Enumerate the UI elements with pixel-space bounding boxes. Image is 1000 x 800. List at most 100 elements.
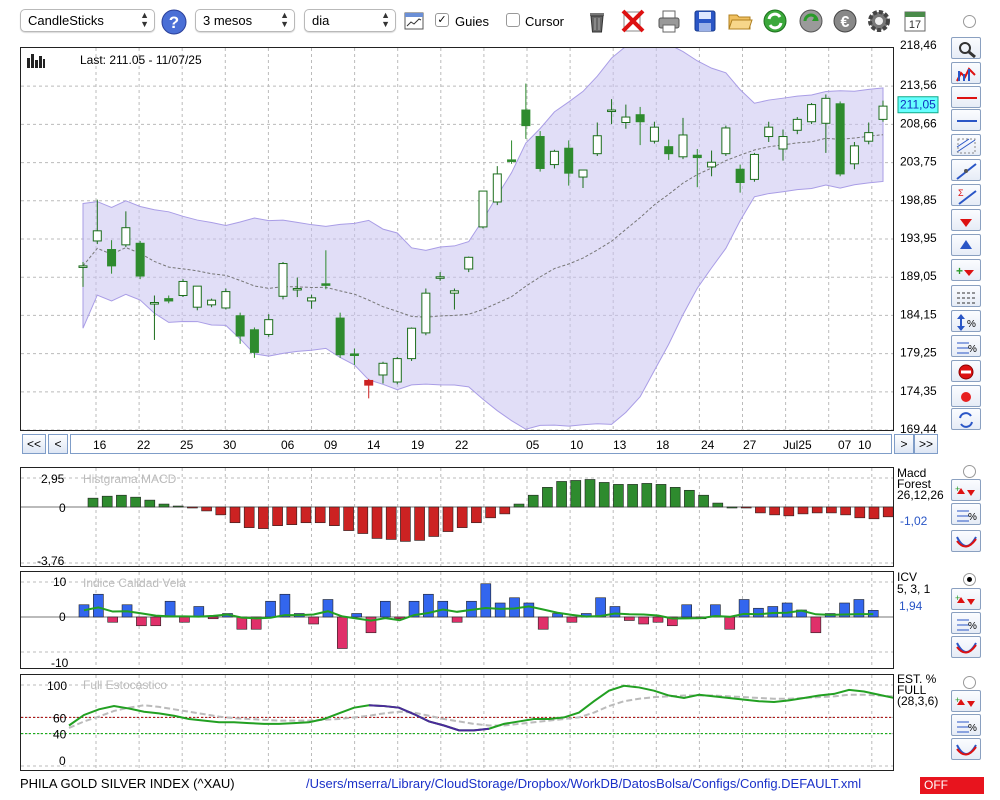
guides-checkbox[interactable]: ✓ — [435, 13, 449, 27]
icv-bar — [236, 616, 248, 630]
zoom-icon — [959, 42, 976, 58]
toolbar: CandleSticks ▲ ▼ ? 3 mesos ▲ ▼ dia ▲ ▼ ✓ Gu… — [0, 0, 1000, 44]
arrow-down-button[interactable] — [951, 209, 981, 231]
macd-bar — [613, 484, 624, 508]
svg-text:?: ? — [169, 13, 179, 32]
print-icon[interactable] — [656, 8, 682, 34]
euro-icon[interactable]: € — [832, 8, 858, 34]
candle-body — [435, 276, 445, 279]
crossover-button[interactable] — [951, 636, 981, 658]
x-tick-label: 22 — [137, 438, 151, 452]
buy-sell-arrows-icon: + — [955, 695, 975, 707]
nav-prev-button[interactable]: < — [48, 434, 68, 454]
nav-next-button[interactable]: > — [894, 434, 914, 454]
candle-body — [249, 329, 259, 353]
help-icon[interactable]: ? — [161, 9, 187, 35]
panel-radio-3[interactable] — [963, 676, 976, 689]
config-path-link[interactable]: /Users/mserra/Library/CloudStorage/Dropb… — [306, 776, 861, 791]
crossover-button[interactable] — [951, 530, 981, 552]
x-tick-label: 27 — [743, 438, 757, 452]
reload-icon[interactable] — [798, 8, 824, 34]
delete-icon[interactable] — [620, 8, 646, 34]
save-icon[interactable] — [692, 8, 718, 34]
icv-y-tick: -10 — [51, 656, 69, 668]
fibonacci-button[interactable]: Σ — [951, 184, 981, 206]
icv-panel[interactable]: Indice Calidad Vela 10 0 -10 — [20, 571, 894, 669]
buy-sell-arrows-button[interactable]: + — [951, 479, 981, 501]
svg-text:+: + — [955, 593, 960, 603]
percent-lines-button[interactable]: % — [951, 612, 981, 634]
chart-type-select[interactable]: CandleSticks ▲ ▼ — [20, 9, 155, 32]
icv-bar — [322, 599, 334, 618]
crossover-button[interactable] — [951, 738, 981, 760]
macd-bar — [456, 506, 468, 528]
candle-body — [721, 127, 731, 155]
bars-chart-button[interactable] — [951, 62, 981, 84]
trash-icon[interactable] — [584, 8, 610, 34]
zoom-button[interactable] — [951, 37, 981, 59]
grid-lines-button[interactable] — [951, 285, 981, 307]
macd-bar — [882, 506, 893, 518]
macd-bar — [442, 506, 454, 532]
percent-lines-button[interactable]: % — [951, 714, 981, 736]
percent-lines-button[interactable]: % — [951, 335, 981, 357]
macd-bar — [655, 484, 667, 508]
candle-body — [478, 190, 488, 228]
icv-bar — [451, 616, 463, 623]
macd-bar — [300, 506, 312, 524]
blue-line-button[interactable] — [951, 109, 981, 131]
macd-bar — [215, 506, 227, 516]
cursor-checkbox[interactable] — [506, 13, 520, 27]
macd-panel[interactable]: Histgrama MACD 2,95 0 -3,76 — [20, 467, 894, 567]
crossover-icon — [956, 642, 977, 654]
channel-button[interactable] — [951, 134, 981, 156]
svg-text:%: % — [967, 319, 976, 330]
period-select[interactable]: 3 mesos ▲ ▼ — [195, 9, 295, 32]
percent-lines-icon: % — [957, 342, 977, 355]
trendline-button[interactable] — [951, 159, 981, 181]
buy-sell-button[interactable]: + — [951, 259, 981, 281]
interval-select[interactable]: dia ▲ ▼ — [304, 9, 396, 32]
stochastic-panel[interactable]: Full Estocastico 100 60 40 0 — [20, 674, 894, 771]
sync-button[interactable] — [951, 408, 981, 430]
y-tick-label: 179,25 — [900, 346, 937, 360]
candle-body — [549, 150, 559, 166]
icv-bar — [78, 604, 90, 618]
macd-bar — [740, 506, 752, 509]
stop-button[interactable] — [951, 360, 981, 382]
icv-bar — [150, 616, 162, 627]
percent-range-button[interactable]: % — [951, 310, 981, 332]
macd-bar — [542, 487, 553, 508]
candle-body — [392, 358, 402, 383]
refresh-icon[interactable] — [762, 8, 788, 34]
candle-body — [149, 302, 159, 305]
record-button[interactable] — [951, 385, 981, 407]
macd-bar — [769, 506, 780, 516]
open-folder-icon[interactable] — [727, 8, 753, 34]
buy-sell-arrows-button[interactable]: + — [951, 690, 981, 712]
red-line-button[interactable] — [951, 86, 981, 108]
arrow-up-button[interactable] — [951, 234, 981, 256]
macd-bar — [144, 499, 156, 508]
icv-bar — [136, 616, 147, 627]
panel-radio-1[interactable] — [963, 465, 976, 478]
chart-settings-icon[interactable] — [404, 11, 424, 31]
price-chart[interactable]: Last: 211.05 - 11/07/25 — [20, 47, 894, 431]
percent-lines-button[interactable]: % — [951, 503, 981, 525]
calendar-icon[interactable]: 17 — [902, 8, 928, 34]
buy-sell-arrows-button[interactable]: + — [951, 588, 981, 610]
candle-body — [507, 159, 517, 162]
candle-body — [135, 242, 145, 277]
grid-lines-icon — [957, 292, 977, 304]
date-axis[interactable]: 16 22 25 30 06 09 14 19 22 05 10 13 18 24 27 Jul25 07 10 — [70, 434, 892, 454]
icv-legend: ICV 5, 3, 1 1,94 — [894, 571, 954, 669]
nav-last-button[interactable]: >> — [914, 434, 938, 454]
y-tick-label: 203,75 — [900, 155, 937, 169]
gear-icon[interactable] — [866, 8, 892, 34]
macd-bar — [101, 495, 113, 508]
off-indicator[interactable]: OFF — [920, 777, 984, 794]
fibonacci-icon: Σ — [958, 188, 977, 205]
nav-first-button[interactable]: << — [22, 434, 46, 454]
panel-radio-2[interactable] — [963, 573, 976, 586]
top-radio[interactable] — [963, 15, 976, 28]
